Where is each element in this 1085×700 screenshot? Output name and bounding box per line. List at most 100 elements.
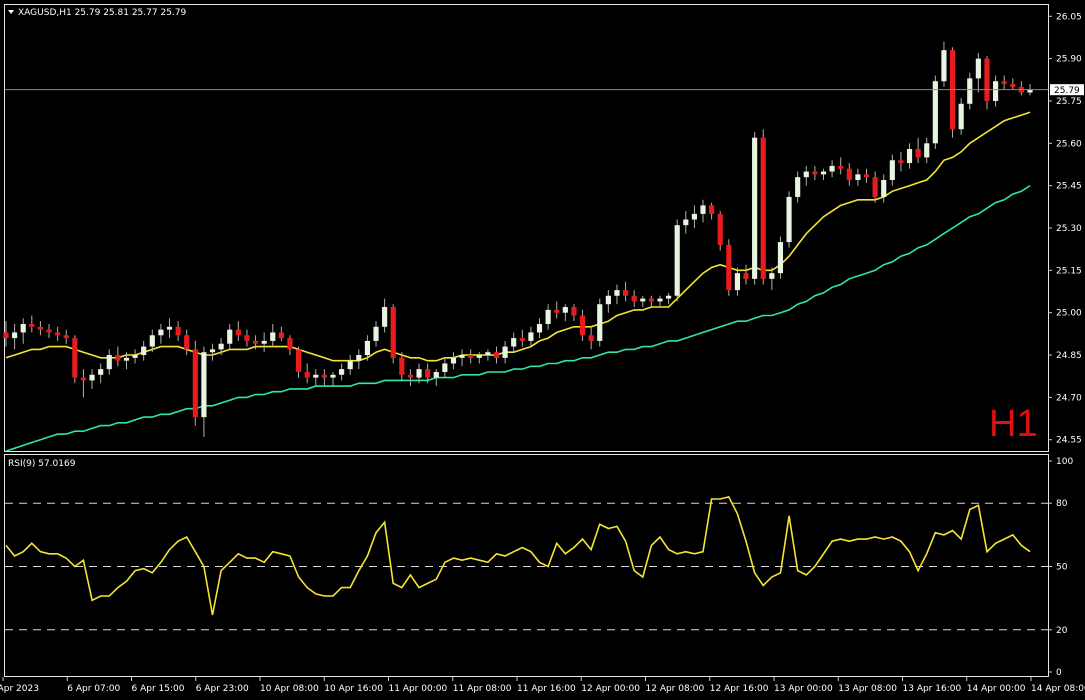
candle-body: [158, 329, 164, 336]
candle-body: [838, 165, 844, 169]
candle-body: [46, 329, 52, 333]
time-tick-label: 11 Apr 08:00: [453, 684, 512, 694]
candle-body: [270, 332, 276, 341]
candle-body: [459, 355, 465, 358]
time-tick-label: 13 Apr 00:00: [774, 684, 833, 694]
current-price-label: 25.79: [1054, 86, 1080, 96]
candle-body: [726, 244, 732, 291]
rsi-tick-label: 100: [1056, 457, 1073, 467]
candle-body: [640, 298, 646, 302]
candle-body: [261, 340, 267, 344]
candle-body: [605, 295, 611, 305]
candle-body: [528, 332, 534, 341]
price-tick-label: 25.90: [1056, 55, 1082, 65]
candle-body: [347, 360, 353, 370]
price-tick-label: 24.55: [1056, 436, 1082, 446]
candle-body: [29, 323, 35, 327]
candle-body: [717, 213, 723, 245]
candle-body: [519, 338, 525, 341]
time-tick-label: 5 Apr 2023: [0, 684, 39, 694]
candle-body: [511, 338, 517, 347]
candle-body: [674, 225, 680, 296]
candle-body: [666, 295, 672, 299]
candle-body: [734, 273, 741, 291]
candle-body: [631, 295, 637, 302]
candle: [752, 132, 758, 285]
candle: [777, 236, 784, 279]
candle-body: [416, 369, 422, 378]
price-tick-label: 25.45: [1056, 182, 1082, 192]
timeframe-badge: H1: [989, 403, 1038, 445]
candle-body: [915, 148, 921, 158]
candle-body: [571, 307, 577, 316]
candle-body: [597, 304, 603, 341]
price-tick-label: 24.70: [1056, 393, 1082, 403]
candle-body: [201, 352, 207, 418]
candle-body: [115, 355, 121, 361]
candle-body: [149, 335, 155, 347]
candle-body: [235, 329, 241, 336]
candle-body: [648, 298, 654, 302]
candle: [786, 191, 792, 248]
candle-body: [399, 357, 405, 375]
candle-body: [786, 196, 792, 243]
candle-body: [941, 50, 947, 82]
candle-body: [295, 349, 302, 372]
time-tick-label: 12 Apr 00:00: [581, 684, 640, 694]
candle-body: [743, 273, 749, 279]
candle-body: [614, 290, 620, 296]
candle-body: [304, 371, 310, 378]
time-tick-label: 14 Apr 00:00: [967, 684, 1026, 694]
candle-body: [287, 338, 293, 350]
candle-body: [321, 374, 327, 378]
time-tick-label: 11 Apr 16:00: [517, 684, 576, 694]
candle-body: [330, 374, 336, 378]
candle-body: [132, 355, 138, 358]
rsi-tick-label: 50: [1056, 563, 1068, 573]
rsi-tick-label: 80: [1056, 499, 1068, 509]
candle-body: [932, 81, 938, 144]
candle-body: [588, 335, 594, 341]
candle-body: [244, 335, 250, 341]
candle-body: [683, 219, 689, 226]
candle-body: [967, 78, 973, 104]
candle: [72, 335, 78, 384]
price-tick-label: 25.60: [1056, 139, 1082, 149]
price-tick-label: 25.00: [1056, 309, 1082, 319]
price-tick-label: 25.75: [1056, 97, 1082, 107]
candle: [726, 239, 732, 296]
candle-body: [752, 137, 758, 279]
candle: [932, 75, 938, 149]
candle-body: [364, 340, 370, 356]
candle-body: [98, 369, 104, 375]
candle-body: [579, 315, 586, 336]
time-tick-label: 10 Apr 08:00: [260, 684, 319, 694]
candle-body: [992, 81, 999, 101]
candle-body: [450, 357, 457, 364]
rsi-tick-label: 0: [1056, 668, 1062, 678]
time-tick-label: 10 Apr 16:00: [324, 684, 383, 694]
candle-body: [906, 148, 913, 164]
trading-chart[interactable]: 26.05 25.90 25.75 25.60 25.45 25.30 25.15 25.00…: [0, 0, 1085, 700]
candle-body: [691, 213, 697, 220]
candle-body: [382, 307, 388, 327]
candle-body: [657, 298, 663, 302]
candle-body: [769, 273, 775, 279]
candle-body: [313, 374, 319, 378]
candle-body: [493, 352, 500, 358]
candle-body: [373, 326, 379, 341]
candle-body: [209, 349, 216, 353]
candle-body: [468, 355, 474, 358]
price-tick-label: 24.85: [1056, 351, 1082, 361]
price-tick-label: 25.15: [1056, 266, 1082, 276]
chart-background: [0, 0, 1085, 700]
candle-body: [80, 377, 87, 381]
candle-body: [812, 171, 818, 175]
time-tick-label: 12 Apr 08:00: [646, 684, 705, 694]
candle-body: [339, 369, 345, 375]
candle-body: [795, 177, 801, 197]
candle-body: [485, 352, 491, 356]
candle-body: [554, 309, 560, 313]
candle-body: [777, 242, 784, 274]
current-price-tag: 25.79: [1050, 84, 1084, 96]
